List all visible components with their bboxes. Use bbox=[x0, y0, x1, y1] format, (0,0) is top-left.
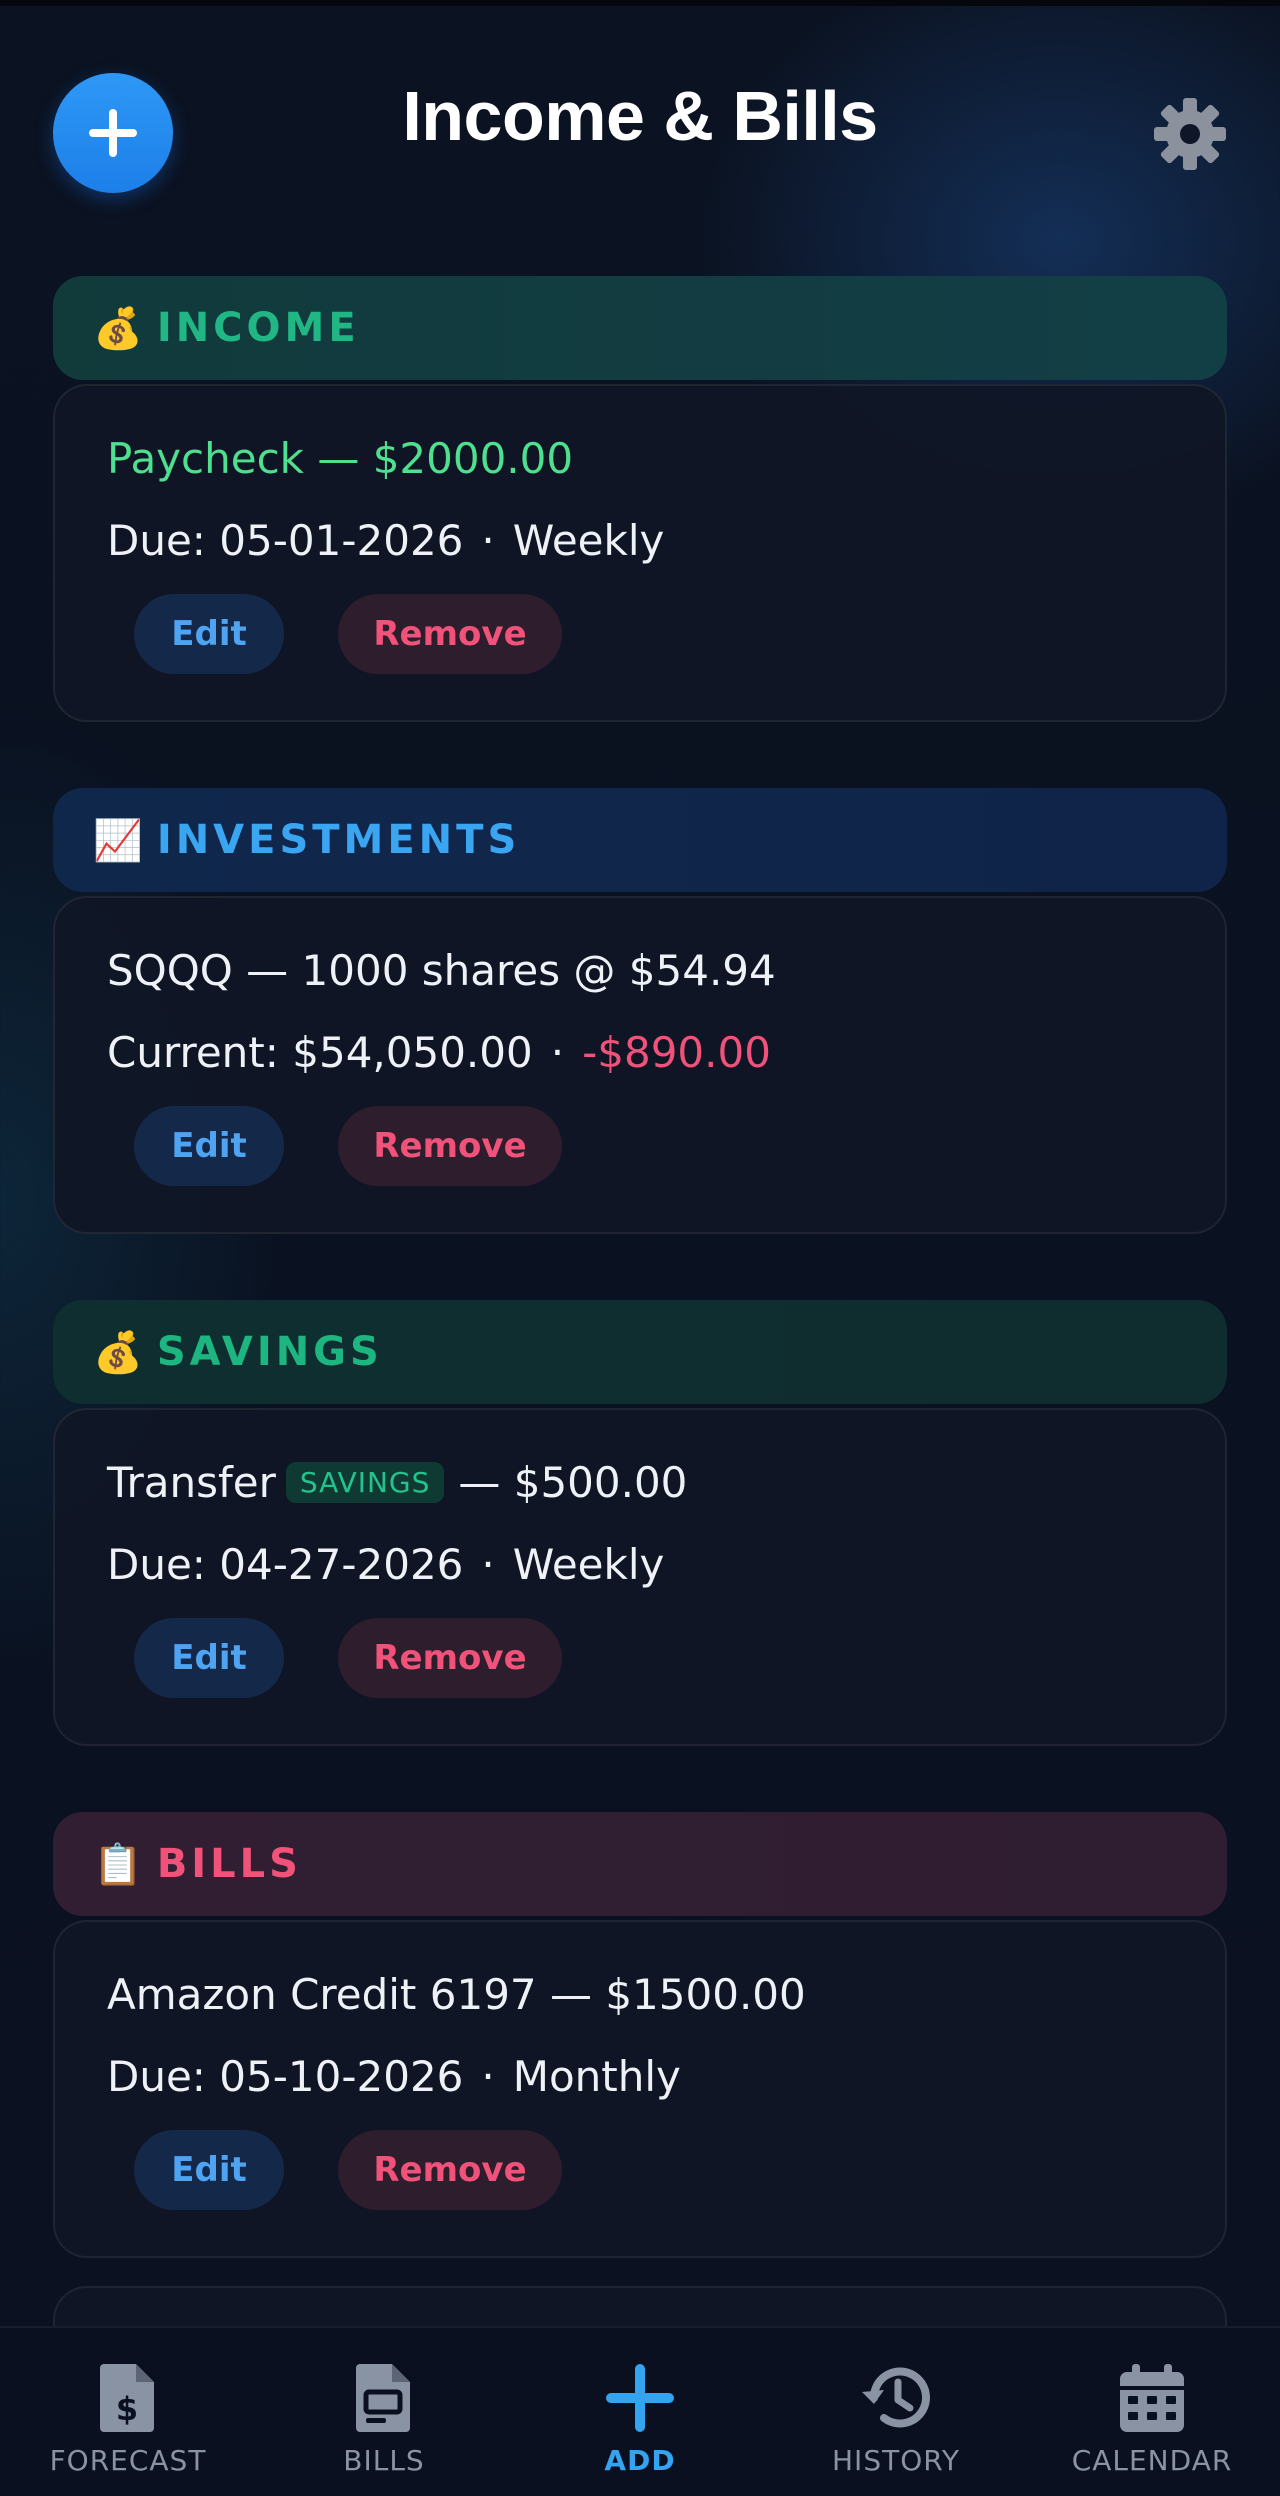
current-value: Current: $54,050.00 bbox=[107, 1028, 533, 1077]
remove-button[interactable]: Remove bbox=[338, 2130, 562, 2210]
calendar-icon bbox=[1120, 2364, 1184, 2432]
page-title: Income & Bills bbox=[402, 77, 878, 155]
section-title: INVESTMENTS bbox=[156, 817, 521, 863]
savings-amount: — $500.00 bbox=[458, 1458, 688, 1507]
income-schedule: Due: 05-01-2026 · Weekly bbox=[107, 516, 664, 565]
investments-section: 📈 INVESTMENTS SQQQ — 1000 shares @ $54.9… bbox=[53, 788, 1227, 1234]
gear-icon bbox=[1154, 98, 1226, 170]
income-card: Paycheck — $2000.00 Due: 05-01-2026 · Week… bbox=[53, 384, 1227, 722]
edit-button[interactable]: Edit bbox=[134, 1618, 284, 1698]
income-name-amount: Paycheck — $2000.00 bbox=[107, 434, 573, 483]
settings-button[interactable] bbox=[1152, 96, 1228, 172]
income-section: 💰 INCOME Paycheck — $2000.00 Due: 05-01-… bbox=[53, 276, 1227, 722]
bills-section-header: 📋 BILLS bbox=[53, 1812, 1227, 1916]
due-date: Due: 04-27-2026 bbox=[107, 1540, 464, 1589]
plus-icon bbox=[606, 2364, 674, 2432]
money-bag-icon: 💰 bbox=[93, 305, 143, 352]
savings-schedule: Due: 04-27-2026 · Weekly bbox=[107, 1540, 664, 1589]
investment-card: SQQQ — 1000 shares @ $54.94 Current: $54… bbox=[53, 896, 1227, 1234]
clipboard-icon: 📋 bbox=[93, 1841, 143, 1888]
bill-name-amount: Amazon Credit 6197 — $1500.00 bbox=[107, 1970, 806, 2019]
savings-card: Transfer SAVINGS — $500.00 Due: 04-27-20… bbox=[53, 1408, 1227, 1746]
forecast-document-icon: $ bbox=[100, 2364, 154, 2432]
savings-name-amount: Transfer SAVINGS — $500.00 bbox=[107, 1458, 687, 1507]
money-bag-icon: 💰 bbox=[93, 1329, 143, 1376]
section-title: BILLS bbox=[156, 1841, 302, 1887]
chart-up-icon: 📈 bbox=[93, 817, 143, 864]
investments-section-header: 📈 INVESTMENTS bbox=[53, 788, 1227, 892]
history-icon bbox=[862, 2367, 930, 2428]
bills-document-icon bbox=[356, 2364, 410, 2432]
investment-value: Current: $54,050.00 · -$890.00 bbox=[107, 1028, 771, 1077]
nav-label: FORECAST bbox=[49, 2444, 207, 2477]
edit-button[interactable]: Edit bbox=[134, 2130, 284, 2210]
savings-title: Transfer bbox=[107, 1458, 276, 1507]
bill-title: Amazon Credit 6197 — $1500.00 bbox=[107, 1970, 806, 2019]
remove-button[interactable]: Remove bbox=[338, 594, 562, 674]
edit-button[interactable]: Edit bbox=[134, 1106, 284, 1186]
nav-label: ADD bbox=[604, 2444, 676, 2477]
frequency: Weekly bbox=[512, 1540, 665, 1589]
nav-label: CALENDAR bbox=[1071, 2444, 1233, 2477]
savings-badge: SAVINGS bbox=[285, 1462, 445, 1503]
income-section-header: 💰 INCOME bbox=[53, 276, 1227, 380]
bottom-nav: $ FORECAST BILLS ADD HISTORY CALENDAR bbox=[0, 2326, 1280, 2496]
separator-dot: · bbox=[481, 1540, 495, 1589]
savings-section-header: 💰 SAVINGS bbox=[53, 1300, 1227, 1404]
header: Income & Bills bbox=[0, 0, 1280, 250]
section-title: SAVINGS bbox=[156, 1329, 383, 1375]
holding-text: SQQQ — 1000 shares @ $54.94 bbox=[107, 946, 776, 995]
savings-section: 💰 SAVINGS Transfer SAVINGS — $500.00 Due… bbox=[53, 1300, 1227, 1746]
nav-calendar[interactable]: CALENDAR bbox=[1024, 2328, 1280, 2496]
due-date: Due: 05-10-2026 bbox=[107, 2052, 464, 2101]
income-title: Paycheck — $2000.00 bbox=[107, 434, 574, 483]
separator-dot: · bbox=[481, 2052, 495, 2101]
frequency: Weekly bbox=[512, 516, 665, 565]
separator-dot: · bbox=[481, 516, 495, 565]
separator-dot: · bbox=[550, 1028, 565, 1077]
edit-button[interactable]: Edit bbox=[134, 594, 284, 674]
nav-history[interactable]: HISTORY bbox=[768, 2328, 1024, 2496]
nav-label: BILLS bbox=[343, 2444, 425, 2477]
svg-text:$: $ bbox=[116, 2390, 138, 2428]
nav-add[interactable]: ADD bbox=[512, 2328, 768, 2496]
section-title: INCOME bbox=[156, 305, 360, 351]
remove-button[interactable]: Remove bbox=[338, 1106, 562, 1186]
frequency: Monthly bbox=[512, 2052, 681, 2101]
due-date: Due: 05-01-2026 bbox=[107, 516, 464, 565]
nav-label: HISTORY bbox=[832, 2444, 960, 2477]
bills-section: 📋 BILLS Amazon Credit 6197 — $1500.00 Du… bbox=[53, 1812, 1227, 2258]
remove-button[interactable]: Remove bbox=[338, 1618, 562, 1698]
nav-bills[interactable]: BILLS bbox=[256, 2328, 512, 2496]
bill-schedule: Due: 05-10-2026 · Monthly bbox=[107, 2052, 681, 2101]
nav-forecast[interactable]: $ FORECAST bbox=[0, 2328, 256, 2496]
gain-loss: -$890.00 bbox=[582, 1028, 771, 1077]
investment-holding: SQQQ — 1000 shares @ $54.94 bbox=[107, 946, 776, 995]
bill-card: Amazon Credit 6197 — $1500.00 Due: 05-10… bbox=[53, 1920, 1227, 2258]
